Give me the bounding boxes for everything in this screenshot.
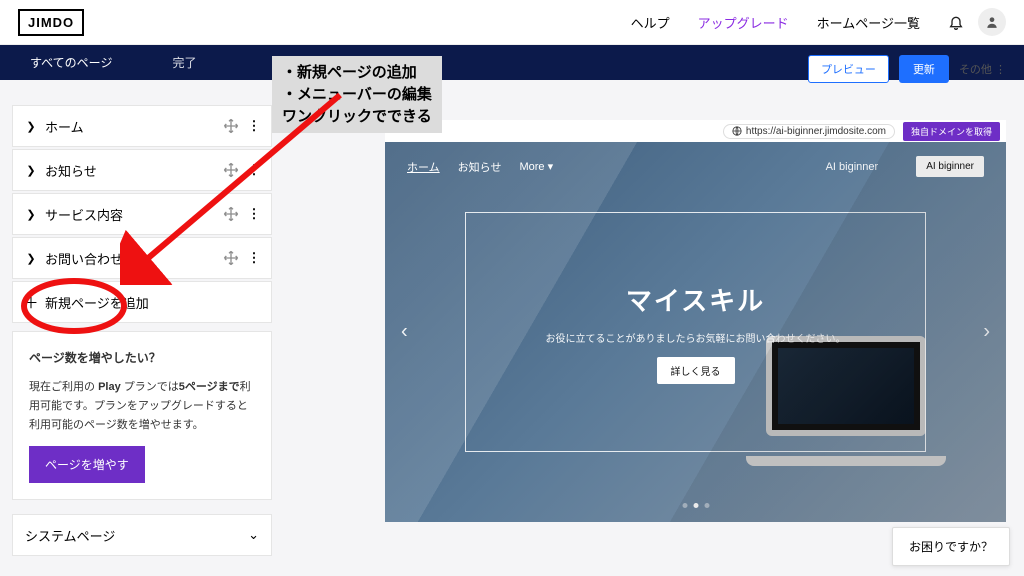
chevron-down-icon: ⌄ xyxy=(248,527,259,543)
chevron-right-icon: ❯ xyxy=(23,252,39,265)
update-button[interactable]: 更新 xyxy=(899,55,949,83)
annotation-note: ・新規ページの追加 ・メニューバーの編集 ワンクリックでできる xyxy=(272,56,442,133)
upsell-card: ページ数を増やしたい？ 現在ご利用の Play プランでは5ページまで利用可能で… xyxy=(12,331,272,500)
move-icon[interactable] xyxy=(223,206,239,222)
hero-cta-button[interactable]: 詳しく見る xyxy=(657,357,735,384)
page-label: ホーム xyxy=(45,117,223,136)
upsell-body: 現在ご利用の Play プランでは5ページまで利用可能です。プランをアップグレー… xyxy=(29,378,255,434)
move-icon[interactable] xyxy=(223,162,239,178)
chevron-right-icon: ❯ xyxy=(23,164,39,177)
user-avatar-icon[interactable] xyxy=(978,8,1006,36)
move-icon[interactable] xyxy=(223,250,239,266)
nav-sites[interactable]: ホームページ一覧 xyxy=(817,13,920,32)
system-pages-label: システムページ xyxy=(25,526,115,545)
system-pages-row[interactable]: システムページ ⌄ xyxy=(12,514,272,556)
plus-icon: ＋ xyxy=(23,292,39,313)
bell-icon[interactable] xyxy=(942,8,970,36)
page-item-home[interactable]: ❯ ホーム ⋮ xyxy=(12,105,272,147)
get-domain-button[interactable]: 独自ドメインを取得 xyxy=(903,122,1000,141)
add-page-button[interactable]: ＋ 新規ページを追加 xyxy=(12,281,272,323)
preview-nav-cta[interactable]: AI biginner xyxy=(916,156,984,177)
preview-nav-home[interactable]: ホーム xyxy=(407,159,440,175)
kebab-icon[interactable]: ⋮ xyxy=(247,118,261,134)
kebab-icon[interactable]: ⋮ xyxy=(247,162,261,178)
tab-done[interactable]: 完了 xyxy=(142,45,226,80)
other-menu[interactable]: その他 ⋮ xyxy=(959,61,1006,77)
page-item-contact[interactable]: ❯ お問い合わせ ⋮ xyxy=(12,237,272,279)
increase-pages-button[interactable]: ページを増やす xyxy=(29,446,145,483)
page-label: お問い合わせ xyxy=(45,249,223,268)
nav-help[interactable]: ヘルプ xyxy=(631,13,670,32)
preview-nav-more[interactable]: More ▾ xyxy=(519,160,553,173)
carousel-next-icon[interactable]: › xyxy=(983,321,990,344)
hero-title: マイスキル xyxy=(626,281,765,318)
logo[interactable]: JIMDO xyxy=(18,9,84,36)
preview-brand: AI biginner xyxy=(826,161,879,173)
laptop-illustration xyxy=(746,336,946,466)
carousel-dots[interactable] xyxy=(682,503,709,508)
nav-upgrade[interactable]: アップグレード xyxy=(698,13,789,32)
chevron-right-icon: ❯ xyxy=(23,120,39,133)
move-icon[interactable] xyxy=(223,118,239,134)
page-item-news[interactable]: ❯ お知らせ ⋮ xyxy=(12,149,272,191)
kebab-icon[interactable]: ⋮ xyxy=(247,206,261,222)
page-label: サービス内容 xyxy=(45,205,223,224)
preview-url[interactable]: https://ai-biginner.jimdosite.com xyxy=(723,124,895,139)
site-preview: https://ai-biginner.jimdosite.com 独自ドメイン… xyxy=(385,120,1006,558)
hero-section: ホーム お知らせ More ▾ AI biginner AI biginner … xyxy=(385,142,1006,522)
globe-icon xyxy=(732,126,742,136)
page-label: お知らせ xyxy=(45,161,223,180)
upsell-heading: ページ数を増やしたい？ xyxy=(29,348,255,368)
tab-all-pages[interactable]: すべてのページ xyxy=(0,45,142,80)
hero-subtitle: お役に立てることがありましたらお気軽にお問い合わせください。 xyxy=(546,330,846,345)
add-page-label: 新規ページを追加 xyxy=(45,293,261,312)
preview-button[interactable]: プレビュー xyxy=(808,55,889,83)
help-bubble[interactable]: お困りですか？ xyxy=(892,527,1010,566)
preview-url-text: https://ai-biginner.jimdosite.com xyxy=(746,126,886,137)
preview-nav-news[interactable]: お知らせ xyxy=(458,159,502,175)
page-item-service[interactable]: ❯ サービス内容 ⋮ xyxy=(12,193,272,235)
kebab-icon[interactable]: ⋮ xyxy=(247,250,261,266)
chevron-right-icon: ❯ xyxy=(23,208,39,221)
carousel-prev-icon[interactable]: ‹ xyxy=(401,321,408,344)
